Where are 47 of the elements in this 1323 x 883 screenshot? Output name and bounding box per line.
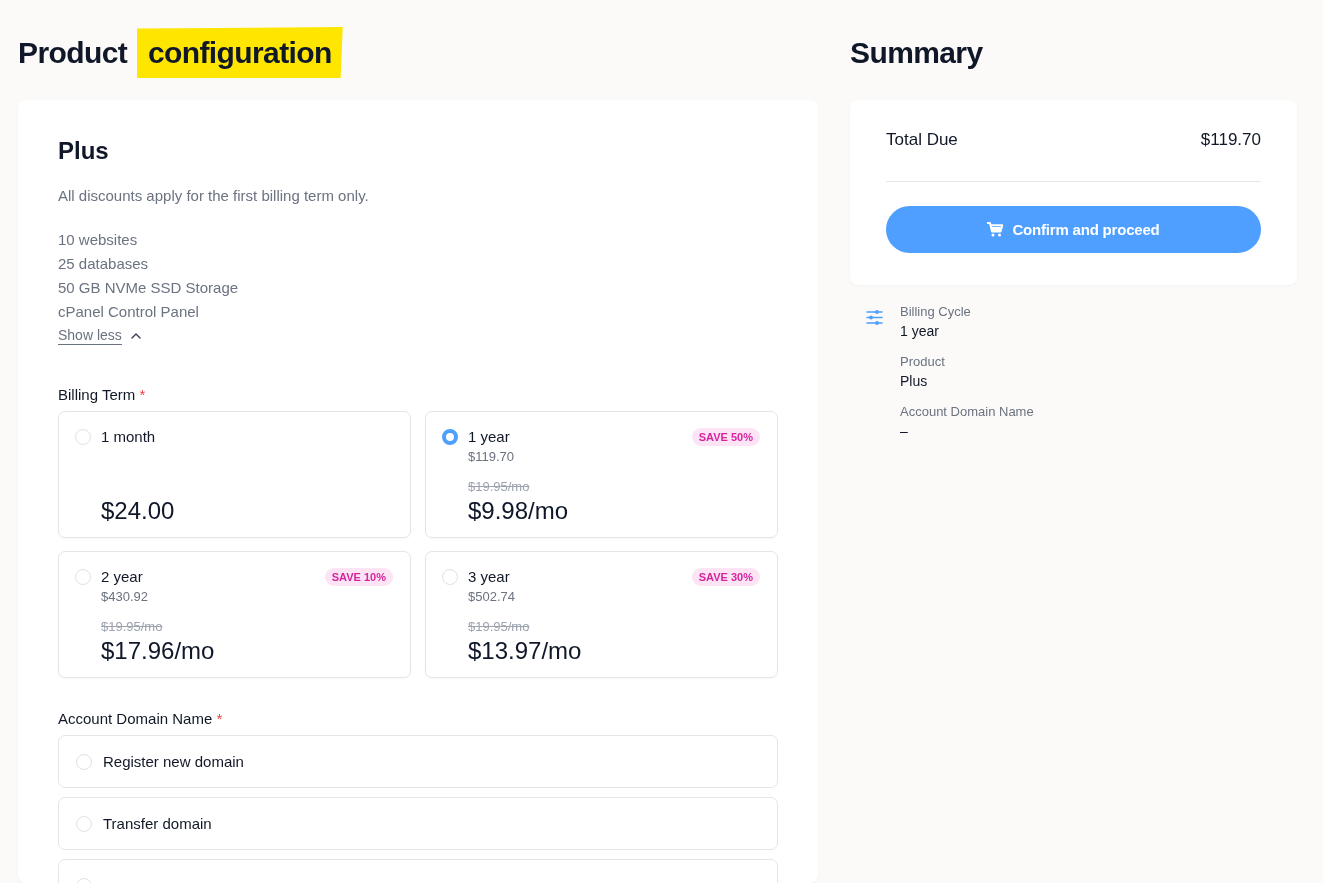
feature-item: cPanel Control Panel [58,302,200,322]
savings-badge: SAVE 10% [324,568,393,586]
domain-option[interactable]: Register new domain [58,735,778,788]
radio-button[interactable] [442,429,458,445]
feature-item: 25 databases [58,254,150,274]
monthly-price: $13.97/mo [468,636,583,666]
total-price: $502.74 [468,588,516,606]
option-label: 1 month [101,427,156,447]
billing-term-card[interactable]: 1 month $24.00 [58,411,411,538]
detail-value: 1 year [900,322,940,341]
summary-title: Summary [850,35,984,71]
original-price: $19.95/mo [468,478,531,496]
field-label: Account Domain Name * [58,709,224,729]
total-price: $119.70 [468,448,516,466]
monthly-price: $9.98/mo [468,496,570,526]
detail-value: Plus [900,372,929,391]
cart-icon [987,222,1004,237]
option-label: 1 year [468,427,510,447]
feature-item: 10 websites [58,230,139,250]
monthly-price: $24.00 [101,496,176,526]
option-label: 2 year [101,567,143,587]
sliders-icon [866,310,883,325]
original-price: $19.95/mo [468,618,531,636]
detail-label: Billing Cycle [900,303,972,321]
show-less-link[interactable]: Show less [58,327,141,345]
savings-badge: SAVE 30% [691,568,760,586]
detail-value: – [900,422,909,441]
total-label: Total Due [886,129,958,151]
page-title: Product configuration [18,27,818,79]
billing-term-card[interactable]: 1 year SAVE 50% $119.70 $19.95/mo $9.98/mo [425,411,778,538]
detail-label: Account Domain Name [900,403,1034,421]
billing-term-card[interactable]: 3 year SAVE 30% $502.74 $19.95/mo $13.97/mo [425,551,778,678]
feature-item: 50 GB NVMe SSD Storage [58,278,240,298]
detail-label: Product [900,353,946,371]
total-price: $430.92 [101,588,149,606]
option-label: 3 year [468,567,510,587]
option-label: Transfer domain [103,815,212,832]
total-amount: $119.70 [1200,129,1261,151]
domain-option[interactable]: Transfer domain [58,797,778,850]
billing-term-card[interactable]: 2 year SAVE 10% $430.92 $19.95/mo $17.96/mo [58,551,411,678]
field-label: Billing Term * [58,385,147,405]
product-name: Plus [58,136,110,166]
option-label: Register new domain [103,753,244,770]
savings-badge: SAVE 50% [691,428,760,446]
monthly-price: $17.96/mo [101,636,216,666]
original-price: $19.95/mo [101,618,164,636]
discount-note: All discounts apply for the first billing term only. [58,186,370,206]
